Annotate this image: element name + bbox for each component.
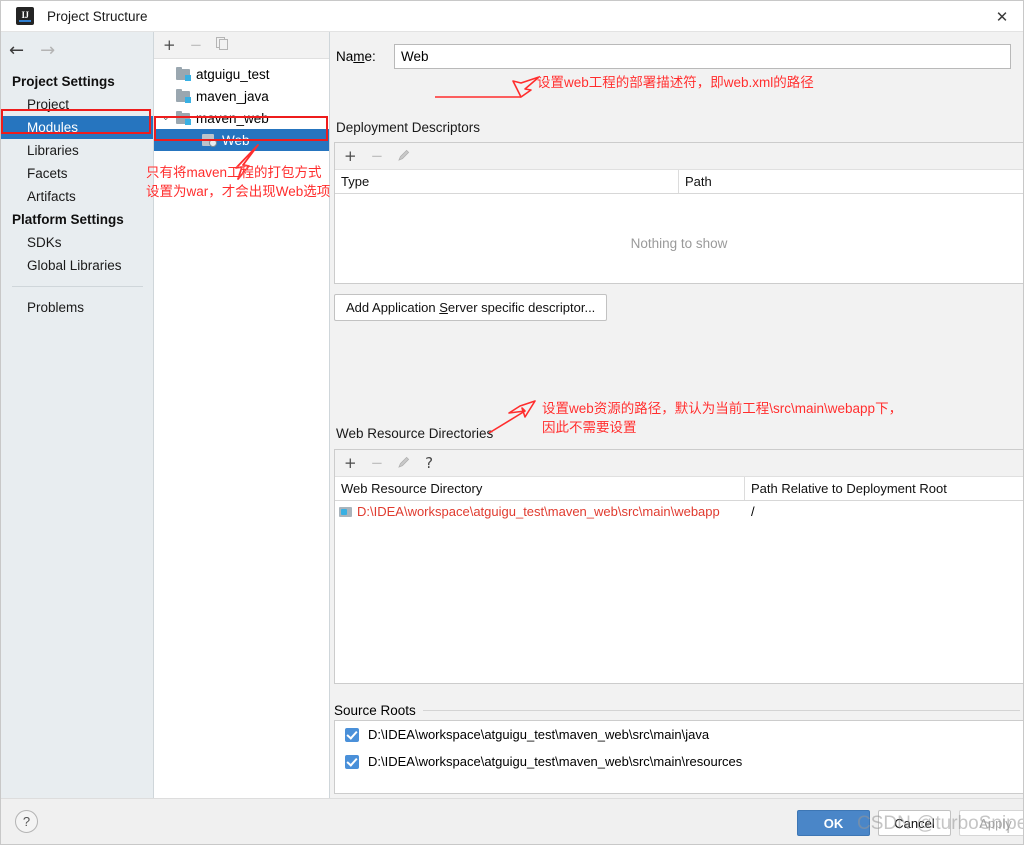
close-icon[interactable]: ✕ bbox=[979, 1, 1024, 32]
sidebar-item-artifacts[interactable]: Artifacts bbox=[1, 185, 153, 208]
project-structure-dialog: IJ Project Structure ✕ ← → Project Setti… bbox=[0, 0, 1024, 845]
module-icon bbox=[176, 112, 191, 125]
modules-tree: atguigu_test maven_java ⌄ maven_web Web bbox=[154, 59, 329, 151]
name-row: Name: bbox=[330, 32, 1024, 69]
column-header-web-resource-directory[interactable]: Web Resource Directory bbox=[335, 477, 745, 500]
name-label: Name: bbox=[336, 49, 394, 64]
sidebar-item-libraries[interactable]: Libraries bbox=[1, 139, 153, 162]
sidebar-navigation: ← → bbox=[1, 32, 153, 70]
facet-settings-panel: Name: Deployment Descriptors + − Type Pa… bbox=[330, 32, 1024, 798]
tree-item-label: maven_web bbox=[196, 111, 269, 126]
module-icon bbox=[176, 90, 191, 103]
web-resource-directory-cell: D:\IDEA\workspace\atguigu_test\maven_web… bbox=[335, 504, 745, 519]
web-facet-icon bbox=[202, 134, 217, 147]
modules-panel: + − atguigu_test maven_java ⌄ maven_ bbox=[154, 32, 330, 798]
intellij-idea-icon: IJ bbox=[16, 7, 34, 25]
btn-mnemonic: S bbox=[439, 300, 448, 315]
add-module-icon[interactable]: + bbox=[163, 38, 176, 53]
cancel-button[interactable]: Cancel bbox=[878, 810, 951, 836]
modules-toolbar: + − bbox=[154, 32, 329, 59]
folder-icon bbox=[339, 506, 353, 518]
web-resource-relative-path: / bbox=[745, 504, 1023, 519]
sidebar-item-modules[interactable]: Modules bbox=[1, 116, 153, 139]
web-resource-directory-path: D:\IDEA\workspace\atguigu_test\maven_web… bbox=[357, 504, 720, 519]
name-label-pre: Na bbox=[336, 49, 353, 64]
tree-item-label: maven_java bbox=[196, 89, 269, 104]
tree-item-atguigu-test[interactable]: atguigu_test bbox=[154, 63, 329, 85]
sidebar-item-facets[interactable]: Facets bbox=[1, 162, 153, 185]
sidebar-group-project-settings: Project Settings bbox=[1, 70, 153, 93]
sidebar-divider bbox=[12, 286, 143, 287]
ok-button[interactable]: OK bbox=[797, 810, 870, 836]
sidebar-item-global-libraries[interactable]: Global Libraries bbox=[1, 254, 153, 277]
table-row[interactable]: D:\IDEA\workspace\atguigu_test\maven_web… bbox=[335, 501, 1023, 522]
add-web-resource-icon[interactable]: + bbox=[344, 456, 357, 471]
sidebar-item-problems[interactable]: Problems bbox=[1, 296, 153, 319]
web-resource-directories-panel: + − ? Web Resource Directory Path Relati… bbox=[334, 449, 1024, 684]
forward-arrow-icon[interactable]: → bbox=[40, 42, 55, 60]
dialog-footer: ? OK Cancel Apply bbox=[1, 798, 1024, 845]
sidebar-item-sdks[interactable]: SDKs bbox=[1, 231, 153, 254]
back-arrow-icon[interactable]: ← bbox=[9, 42, 24, 60]
source-root-path: D:\IDEA\workspace\atguigu_test\maven_web… bbox=[368, 754, 742, 769]
deployment-descriptors-label: Deployment Descriptors bbox=[336, 120, 480, 135]
copy-module-icon[interactable] bbox=[216, 37, 229, 53]
tree-item-label: Web bbox=[222, 133, 250, 148]
edit-descriptor-pencil-icon[interactable] bbox=[397, 148, 411, 165]
add-descriptor-icon[interactable]: + bbox=[344, 149, 357, 164]
help-icon[interactable]: ? bbox=[15, 810, 38, 833]
tree-item-maven-web[interactable]: ⌄ maven_web bbox=[154, 107, 329, 129]
remove-web-resource-icon[interactable]: − bbox=[371, 456, 384, 471]
sidebar-group-platform-settings: Platform Settings bbox=[1, 208, 153, 231]
sidebar-item-project[interactable]: Project bbox=[1, 93, 153, 116]
tree-item-label: atguigu_test bbox=[196, 67, 270, 82]
title-bar: IJ Project Structure ✕ bbox=[1, 1, 1024, 32]
source-root-path: D:\IDEA\workspace\atguigu_test\maven_web… bbox=[368, 727, 709, 742]
tree-item-web-facet[interactable]: Web bbox=[154, 129, 329, 151]
tree-item-maven-java[interactable]: maven_java bbox=[154, 85, 329, 107]
column-header-path[interactable]: Path bbox=[679, 170, 1023, 193]
window-title: Project Structure bbox=[47, 9, 148, 24]
remove-descriptor-icon[interactable]: − bbox=[371, 149, 384, 164]
name-label-mnemonic: m bbox=[353, 49, 364, 64]
web-resource-directories-label: Web Resource Directories bbox=[336, 426, 493, 441]
apply-button: Apply bbox=[959, 810, 1024, 836]
btn-text-post: erver specific descriptor... bbox=[448, 300, 595, 315]
deployment-descriptors-table-header: Type Path bbox=[335, 170, 1023, 194]
source-root-item-resources[interactable]: D:\IDEA\workspace\atguigu_test\maven_web… bbox=[335, 748, 1023, 775]
deployment-descriptors-panel: + − Type Path Nothing to show bbox=[334, 142, 1024, 284]
web-resource-toolbar: + − ? bbox=[335, 450, 1023, 477]
name-label-post: e: bbox=[365, 49, 376, 64]
web-resource-help-icon[interactable]: ? bbox=[425, 456, 433, 471]
source-roots-panel: D:\IDEA\workspace\atguigu_test\maven_web… bbox=[334, 720, 1024, 794]
chevron-down-icon[interactable]: ⌄ bbox=[162, 113, 176, 123]
remove-module-icon[interactable]: − bbox=[190, 38, 203, 53]
name-input[interactable] bbox=[394, 44, 1011, 69]
source-roots-divider bbox=[423, 710, 1020, 711]
module-icon bbox=[176, 68, 191, 81]
btn-text-pre: Add Application bbox=[346, 300, 439, 315]
checkbox-icon[interactable] bbox=[345, 755, 359, 769]
source-roots-label: Source Roots bbox=[334, 703, 423, 718]
web-resource-table-header: Web Resource Directory Path Relative to … bbox=[335, 477, 1023, 501]
settings-sidebar: ← → Project Settings Project Modules Lib… bbox=[1, 32, 154, 798]
checkbox-icon[interactable] bbox=[345, 728, 359, 742]
deployment-descriptors-toolbar: + − bbox=[335, 143, 1023, 170]
source-root-item-java[interactable]: D:\IDEA\workspace\atguigu_test\maven_web… bbox=[335, 721, 1023, 748]
edit-web-resource-pencil-icon[interactable] bbox=[397, 455, 411, 472]
add-application-server-descriptor-button[interactable]: Add Application Server specific descript… bbox=[334, 294, 607, 321]
column-header-type[interactable]: Type bbox=[335, 170, 679, 193]
deployment-descriptors-empty-text: Nothing to show bbox=[335, 194, 1023, 251]
source-roots-group-header: Source Roots bbox=[334, 703, 1020, 718]
column-header-path-relative[interactable]: Path Relative to Deployment Root bbox=[745, 477, 1023, 500]
